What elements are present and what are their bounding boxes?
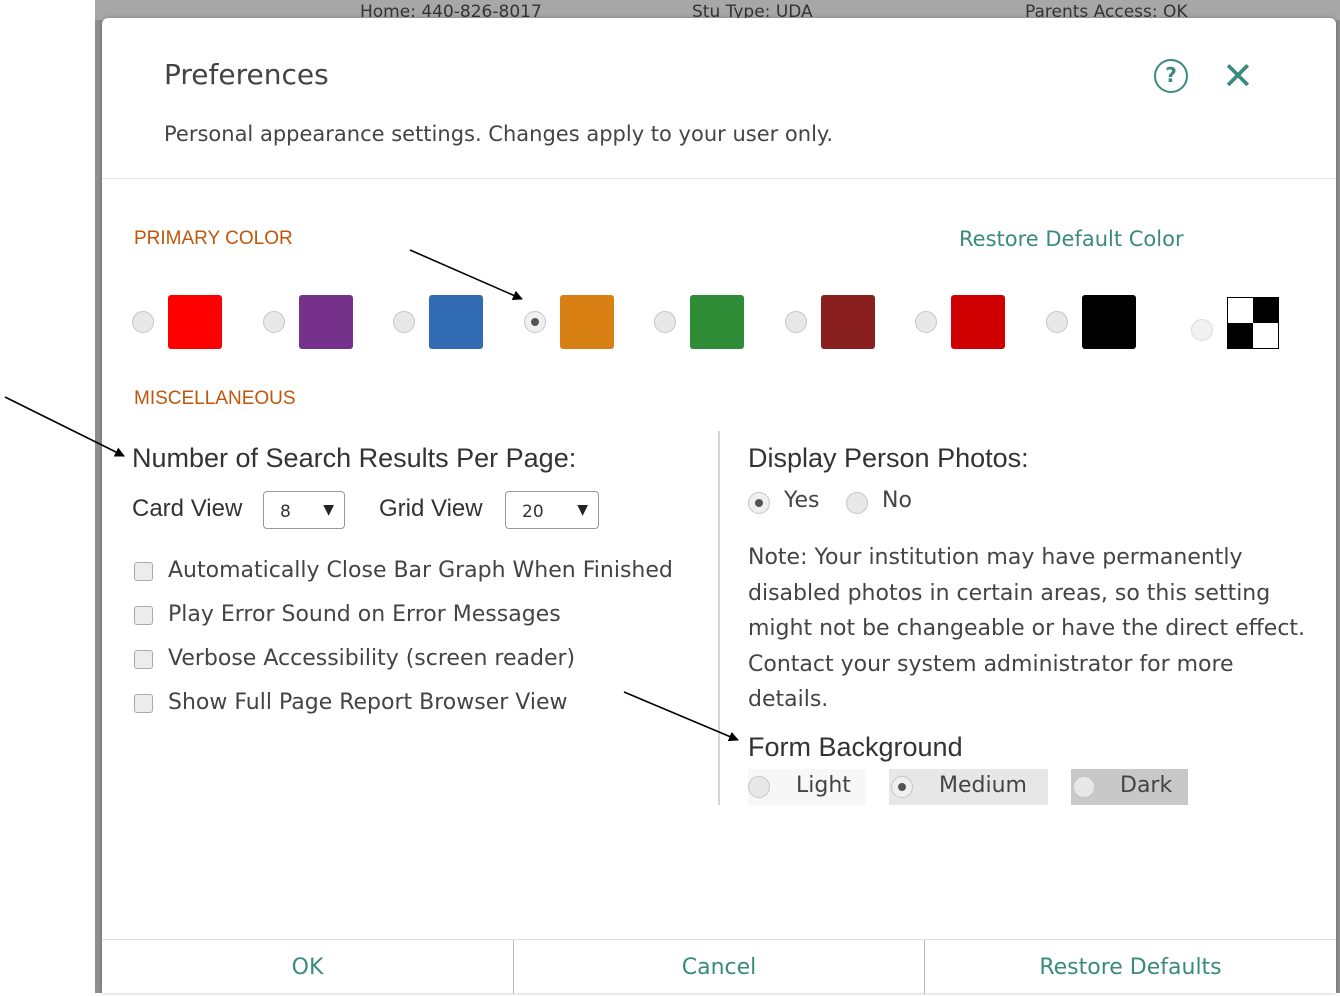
grid-view-label: Grid View bbox=[379, 495, 483, 522]
dialog-title: Preferences bbox=[164, 58, 329, 91]
checker-cell bbox=[1228, 298, 1253, 323]
checkbox[interactable] bbox=[134, 562, 153, 581]
chevron-down-icon: ▼ bbox=[323, 502, 334, 518]
photos-note: Note: Your institution may have permanen… bbox=[748, 545, 1306, 712]
color-swatch-radio[interactable] bbox=[523, 311, 546, 333]
checkbox-label: Show Full Page Report Browser View bbox=[168, 690, 568, 715]
primary-color-label: PRIMARY COLOR bbox=[134, 228, 293, 249]
color-swatch[interactable] bbox=[1081, 295, 1136, 349]
background-header-strip: Home: 440-826-8017 Stu Type: UDA Parents… bbox=[95, 0, 1340, 22]
column-divider bbox=[718, 431, 720, 805]
checkbox[interactable] bbox=[134, 650, 153, 669]
checkbox[interactable] bbox=[134, 606, 153, 625]
photos-yes-radio[interactable] bbox=[748, 492, 770, 514]
color-swatch[interactable] bbox=[298, 295, 353, 349]
grid-view-value: 20 bbox=[522, 502, 544, 522]
checkbox-label: Play Error Sound on Error Messages bbox=[168, 602, 561, 627]
chevron-down-icon: ▼ bbox=[577, 502, 588, 518]
restore-defaults-button[interactable]: Restore Defaults bbox=[925, 940, 1336, 994]
question-circle-icon[interactable]: ? bbox=[1154, 59, 1188, 93]
color-swatch[interactable] bbox=[690, 295, 744, 349]
cancel-button[interactable]: Cancel bbox=[514, 940, 924, 994]
form-background-heading: Form Background bbox=[748, 732, 963, 762]
form-background-medium-label: Medium bbox=[939, 773, 1027, 798]
color-swatch-radio[interactable] bbox=[1045, 311, 1068, 333]
checkerboard-swatch[interactable] bbox=[1227, 297, 1279, 349]
view-count-row: Card View 8 ▼ Grid View 20 ▼ bbox=[132, 491, 692, 531]
dialog-subtitle: Personal appearance settings. Changes ap… bbox=[164, 122, 834, 146]
play-error-sound-option[interactable]: Play Error Sound on Error Messages bbox=[132, 597, 692, 632]
form-background-medium-option[interactable]: Medium bbox=[889, 769, 1048, 805]
color-swatch-radio[interactable] bbox=[784, 311, 807, 333]
misc-checkbox-list: Automatically Close Bar Graph When Finis… bbox=[132, 553, 692, 729]
dialog-footer: OK Cancel Restore Defaults bbox=[102, 939, 1336, 994]
header-divider bbox=[102, 178, 1336, 179]
auto-close-bar-graph-option[interactable]: Automatically Close Bar Graph When Finis… bbox=[132, 553, 692, 588]
form-background-light-option[interactable]: Light bbox=[748, 769, 866, 805]
photos-no-label: No bbox=[882, 488, 912, 513]
color-swatch-radio[interactable] bbox=[262, 311, 285, 333]
color-swatch[interactable] bbox=[168, 295, 222, 349]
checker-cell bbox=[1253, 298, 1278, 323]
card-view-label: Card View bbox=[132, 495, 243, 522]
form-background-light-label: Light bbox=[796, 773, 851, 798]
close-icon[interactable]: ✕ bbox=[1222, 54, 1254, 98]
color-swatch[interactable] bbox=[951, 295, 1005, 349]
checker-cell bbox=[1253, 323, 1278, 348]
restore-default-color-link[interactable]: Restore Default Color bbox=[959, 227, 1184, 251]
verbose-accessibility-option[interactable]: Verbose Accessibility (screen reader) bbox=[132, 641, 692, 676]
checker-cell bbox=[1228, 323, 1253, 348]
form-background-dark-option[interactable]: Dark bbox=[1071, 769, 1188, 805]
display-photos-heading: Display Person Photos: bbox=[748, 443, 1029, 473]
card-view-value: 8 bbox=[280, 502, 291, 522]
color-swatch[interactable] bbox=[429, 295, 483, 349]
color-swatch[interactable] bbox=[559, 295, 614, 349]
color-swatch-radio[interactable] bbox=[132, 311, 154, 333]
color-swatch[interactable] bbox=[820, 295, 875, 349]
checkbox-label: Verbose Accessibility (screen reader) bbox=[168, 646, 576, 671]
search-results-settings: Number of Search Results Per Page: Card … bbox=[132, 443, 692, 715]
color-swatch-radio[interactable] bbox=[1191, 319, 1213, 341]
color-swatch-radio[interactable] bbox=[393, 311, 415, 333]
miscellaneous-label: MISCELLANEOUS bbox=[134, 388, 296, 409]
checkbox-label: Automatically Close Bar Graph When Finis… bbox=[168, 558, 673, 583]
color-swatch-radio[interactable] bbox=[915, 311, 937, 333]
grid-view-select[interactable]: 20 ▼ bbox=[505, 491, 599, 529]
form-background-light-radio[interactable] bbox=[748, 776, 770, 798]
photos-yes-label: Yes bbox=[784, 488, 820, 513]
form-background-dark-radio[interactable] bbox=[1073, 776, 1095, 798]
card-view-select[interactable]: 8 ▼ bbox=[263, 491, 345, 529]
form-background-medium-radio[interactable] bbox=[891, 776, 913, 798]
form-background-dark-label: Dark bbox=[1120, 773, 1173, 798]
results-per-page-heading: Number of Search Results Per Page: bbox=[132, 443, 577, 473]
photo-and-background-settings: Display Person Photos: Yes No Note: Your… bbox=[748, 443, 1318, 805]
preferences-dialog: Preferences Personal appearance settings… bbox=[102, 18, 1336, 994]
full-page-report-option[interactable]: Show Full Page Report Browser View bbox=[132, 685, 692, 720]
color-swatch-radio[interactable] bbox=[654, 311, 676, 333]
checkbox[interactable] bbox=[134, 694, 153, 713]
photos-no-radio[interactable] bbox=[846, 492, 868, 514]
ok-button[interactable]: OK bbox=[102, 940, 513, 994]
